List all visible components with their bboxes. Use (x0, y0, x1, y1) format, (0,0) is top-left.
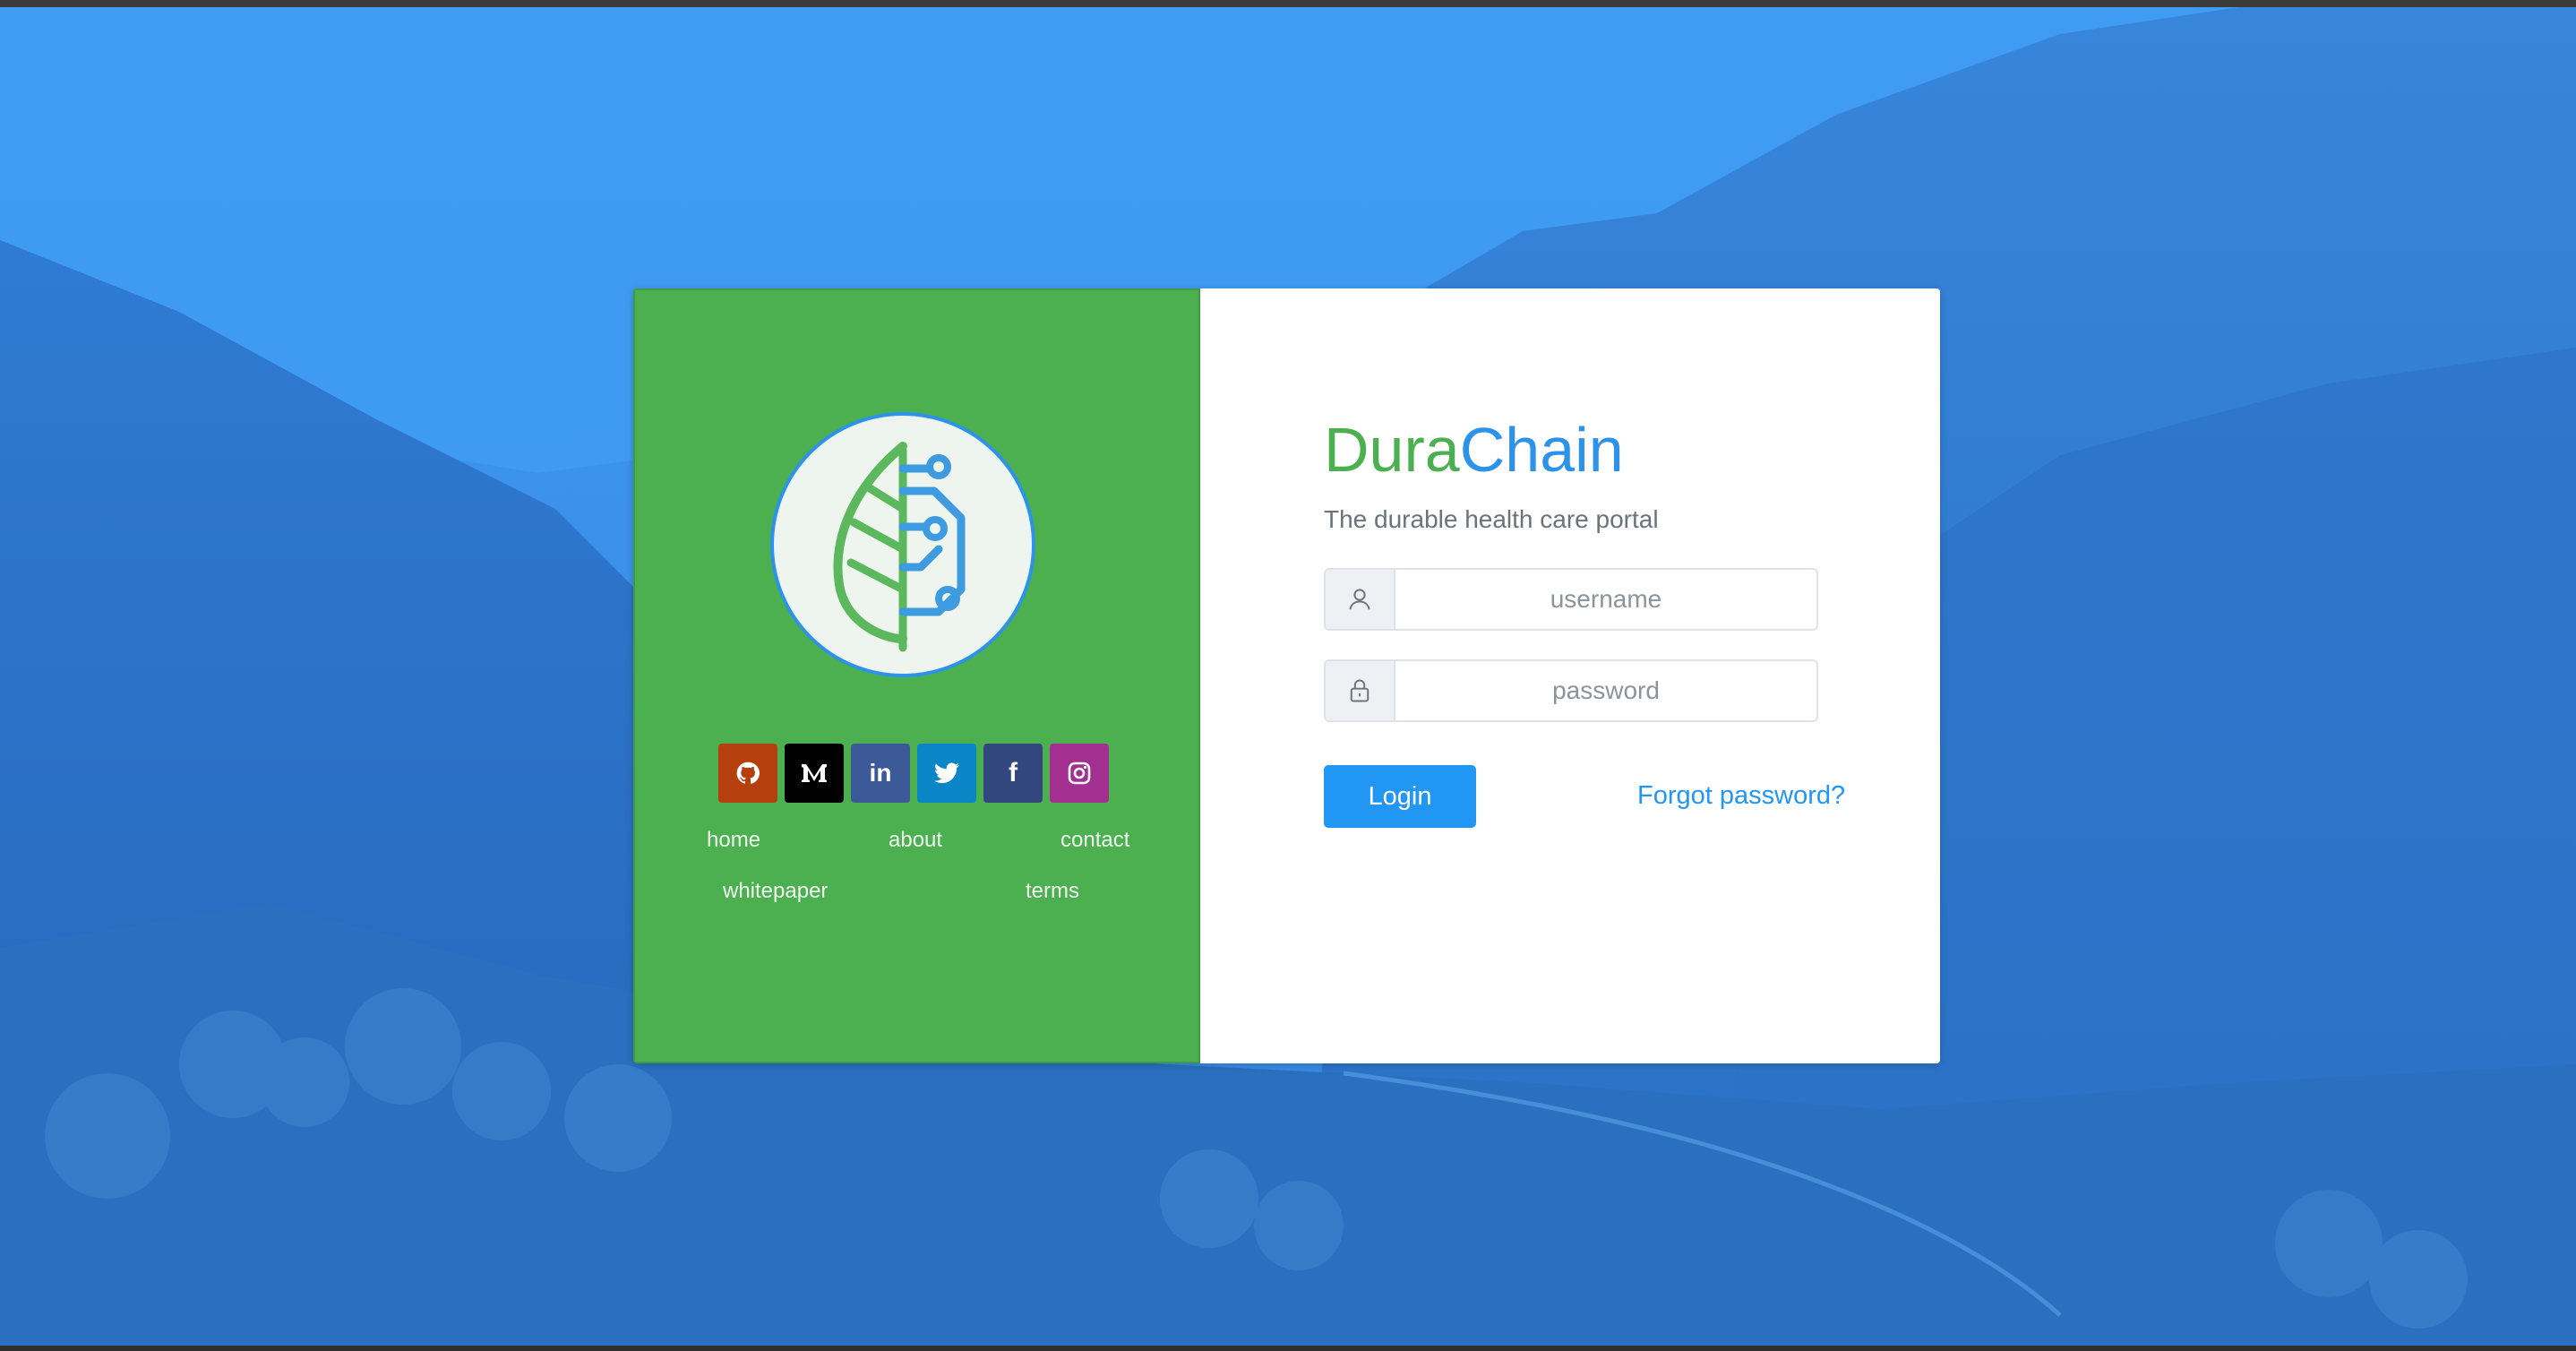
twitter-icon (934, 762, 959, 784)
tagline: The durable health care portal (1324, 505, 1659, 533)
username-input[interactable] (1395, 570, 1816, 629)
window-top-bar (0, 0, 2576, 7)
brand-title-dura: Dura (1324, 415, 1460, 485)
twitter-button[interactable] (917, 744, 976, 803)
link-terms[interactable]: terms (1026, 879, 1079, 904)
password-field-group (1324, 659, 1818, 722)
brand-title: DuraChain (1324, 414, 1624, 486)
username-addon (1326, 570, 1395, 629)
github-icon (736, 762, 760, 784)
brand-title-chain: Chain (1459, 415, 1624, 485)
window-bottom-bar (0, 1346, 2576, 1351)
lock-icon (1350, 679, 1370, 702)
link-home[interactable]: home (707, 828, 760, 853)
social-links: in f (718, 744, 1109, 803)
link-whitepaper[interactable]: whitepaper (723, 879, 828, 904)
password-addon (1326, 661, 1395, 720)
screen: in f home about contact whitepaper terms… (0, 0, 2576, 1351)
username-field-group (1324, 568, 1818, 631)
facebook-icon: f (1009, 758, 1018, 787)
login-card: in f home about contact whitepaper terms… (633, 288, 1940, 1063)
brand-panel: in f home about contact whitepaper terms (633, 288, 1200, 1063)
linkedin-icon: in (869, 759, 892, 787)
link-contact[interactable]: contact (1060, 828, 1129, 853)
linkedin-button[interactable]: in (851, 744, 910, 803)
facebook-button[interactable]: f (983, 744, 1043, 803)
github-button[interactable] (718, 744, 777, 803)
login-button[interactable]: Login (1324, 765, 1476, 828)
instagram-button[interactable] (1050, 744, 1109, 803)
password-input[interactable] (1395, 661, 1816, 720)
medium-button[interactable] (785, 744, 844, 803)
login-panel: DuraChain The durable health care portal (1200, 288, 1940, 1063)
forgot-password-link[interactable]: Forgot password? (1637, 781, 1845, 811)
user-icon (1349, 589, 1370, 610)
leaf-circuit-icon (833, 442, 966, 652)
instagram-icon (1068, 762, 1091, 785)
link-about[interactable]: about (889, 828, 942, 853)
medium-icon (802, 764, 827, 782)
logo (770, 412, 1035, 677)
